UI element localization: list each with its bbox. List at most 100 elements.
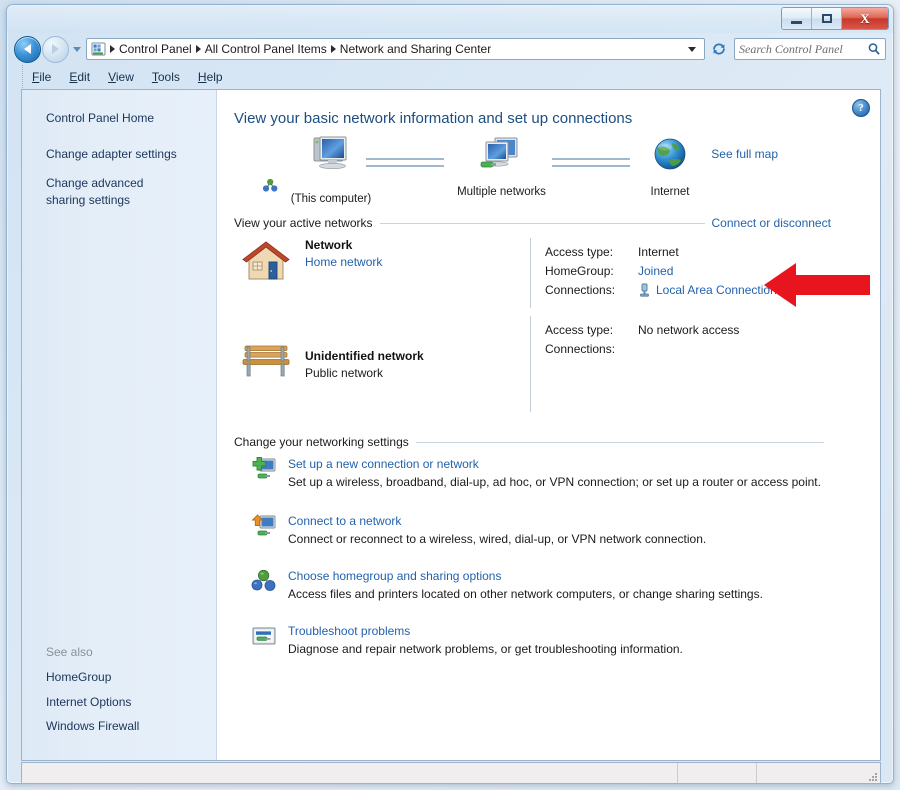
status-segment-secondary	[678, 763, 757, 783]
minimize-button[interactable]	[782, 8, 812, 29]
breadcrumb-item-all-control-panel-items[interactable]: All Control Panel Items	[202, 42, 330, 56]
menu-item-tools[interactable]: Tools	[143, 68, 189, 86]
menu-item-view[interactable]: View	[99, 68, 143, 86]
network-adapter-icon	[640, 283, 649, 297]
help-icon[interactable]: ?	[852, 99, 870, 117]
nav-buttons	[14, 35, 86, 63]
menu-label-rest: dit	[77, 69, 91, 84]
setting-item-set-up-new-connection[interactable]: Set up a new connection or network Set u…	[251, 457, 821, 489]
breadcrumb-separator	[110, 45, 115, 53]
resize-grip-icon[interactable]	[866, 770, 878, 782]
control-panel-icon	[91, 42, 106, 57]
see-also-item-homegroup[interactable]: HomeGroup	[22, 665, 216, 689]
see-full-map-link[interactable]: See full map	[711, 147, 778, 161]
breadcrumb-separator	[330, 45, 336, 53]
menu-label-rest: iew	[115, 69, 134, 84]
close-icon: X	[860, 11, 870, 26]
setting-link[interactable]: Set up a new connection or network	[288, 457, 821, 471]
setting-description: Connect or reconnect to a wireless, wire…	[288, 532, 707, 546]
annotation-arrow-icon	[764, 263, 870, 307]
window-controls: X	[781, 7, 889, 30]
network-details: Access type: No network access Connectio…	[545, 320, 739, 358]
heading-rule	[379, 222, 705, 224]
menu-accesskey: H	[197, 69, 207, 84]
sidebar-item-change-adapter-settings[interactable]: Change adapter settings	[22, 144, 216, 164]
map-node-internet[interactable]: Internet	[630, 135, 710, 198]
troubleshoot-icon	[252, 627, 276, 645]
setting-link[interactable]: Troubleshoot problems	[288, 624, 683, 638]
network-type-label: Public network	[305, 366, 384, 380]
client-area: Control Panel Home Change adapter settin…	[21, 89, 881, 761]
menu-item-file[interactable]: File	[23, 68, 60, 86]
maximize-button[interactable]	[812, 8, 842, 29]
network-name: Unidentified network	[305, 349, 424, 363]
public-network-bench-icon	[242, 345, 290, 377]
recent-pages-icon[interactable]	[73, 46, 81, 52]
active-network-entry: Network Home network	[241, 238, 382, 284]
setting-link[interactable]: Choose homegroup and sharing options	[288, 569, 763, 583]
detail-key: Access type:	[545, 322, 614, 337]
detail-row: Access type: No network access	[545, 320, 739, 339]
heading-rule	[415, 441, 824, 443]
homegroup-status-link[interactable]: Joined	[638, 264, 673, 278]
map-label-multiple-networks: Multiple networks	[457, 186, 546, 198]
back-arrow-icon	[24, 44, 31, 54]
close-button[interactable]: X	[842, 8, 888, 29]
address-bar[interactable]: Control Panel All Control Panel Items Ne…	[86, 38, 705, 60]
see-also-item-internet-options[interactable]: Internet Options	[22, 690, 216, 714]
active-network-entry: Unidentified network Public network	[241, 335, 424, 381]
forward-button[interactable]	[42, 35, 69, 63]
connect-network-icon	[251, 514, 276, 536]
connect-or-disconnect-link[interactable]: Connect or disconnect	[712, 216, 831, 230]
navigation-sidebar: Control Panel Home Change adapter settin…	[22, 90, 217, 760]
active-networks-heading: View your active networks	[234, 216, 373, 230]
sidebar-item-change-advanced-sharing-settings[interactable]: Change advanced sharing settings	[22, 173, 216, 209]
setting-item-homegroup-sharing[interactable]: Choose homegroup and sharing options Acc…	[251, 569, 763, 601]
setting-item-troubleshoot[interactable]: Troubleshoot problems Diagnose and repai…	[251, 624, 683, 656]
back-button[interactable]	[14, 35, 41, 63]
see-also-title: See also	[46, 645, 93, 660]
entry-divider	[530, 316, 531, 412]
status-segment-main	[22, 763, 678, 783]
detail-key: Connections:	[545, 282, 616, 297]
network-name: Network	[305, 238, 353, 252]
entry-divider	[530, 238, 531, 308]
search-box[interactable]: Search Control Panel	[734, 38, 886, 60]
breadcrumb-item-network-and-sharing-center[interactable]: Network and Sharing Center	[337, 42, 494, 56]
multiple-networks-icon	[480, 137, 517, 168]
menu-bar: File Edit View Tools Help	[22, 65, 881, 88]
active-networks-heading-row: View your active networks Connect or dis…	[234, 216, 860, 230]
homegroup-sharing-icon	[251, 569, 276, 591]
menu-item-edit[interactable]: Edit	[60, 68, 99, 86]
local-area-connection-link[interactable]: Local Area Connection	[656, 283, 777, 297]
map-node-multiple-networks[interactable]: Multiple networks	[444, 135, 559, 198]
see-also-item-windows-firewall[interactable]: Windows Firewall	[22, 714, 216, 738]
detail-value: No network access	[638, 322, 740, 337]
detail-key: Access type:	[545, 244, 614, 259]
internet-globe-icon	[654, 138, 686, 170]
breadcrumb-item-control-panel[interactable]: Control Panel	[116, 42, 195, 56]
search-icon	[868, 43, 880, 55]
status-segment-resize	[757, 763, 880, 783]
search-input[interactable]: Search Control Panel	[739, 42, 867, 57]
setting-description: Set up a wireless, broadband, dial-up, a…	[288, 475, 821, 489]
setting-item-connect-to-network[interactable]: Connect to a network Connect or reconnec…	[251, 514, 706, 546]
sidebar-item-control-panel-home[interactable]: Control Panel Home	[22, 108, 216, 128]
status-bar	[21, 762, 881, 784]
map-node-this-computer[interactable]: (This computer)	[262, 135, 376, 205]
refresh-button[interactable]	[707, 38, 731, 60]
network-type-link[interactable]: Home network	[305, 255, 382, 269]
title-bar[interactable]: X	[7, 5, 893, 33]
breadcrumb-separator	[195, 45, 201, 53]
setting-link[interactable]: Connect to a network	[288, 514, 706, 528]
address-dropdown-icon[interactable]	[688, 46, 696, 52]
screenshot-root: X Control Panel All Control Panel Items …	[0, 0, 900, 790]
settings-heading: Change your networking settings	[234, 435, 409, 449]
map-label-this-computer: (This computer)	[290, 193, 372, 205]
menu-item-help[interactable]: Help	[189, 68, 232, 86]
detail-key: HomeGroup:	[545, 263, 614, 278]
map-connector-line	[366, 158, 444, 167]
detail-row: Connections:	[545, 339, 739, 358]
